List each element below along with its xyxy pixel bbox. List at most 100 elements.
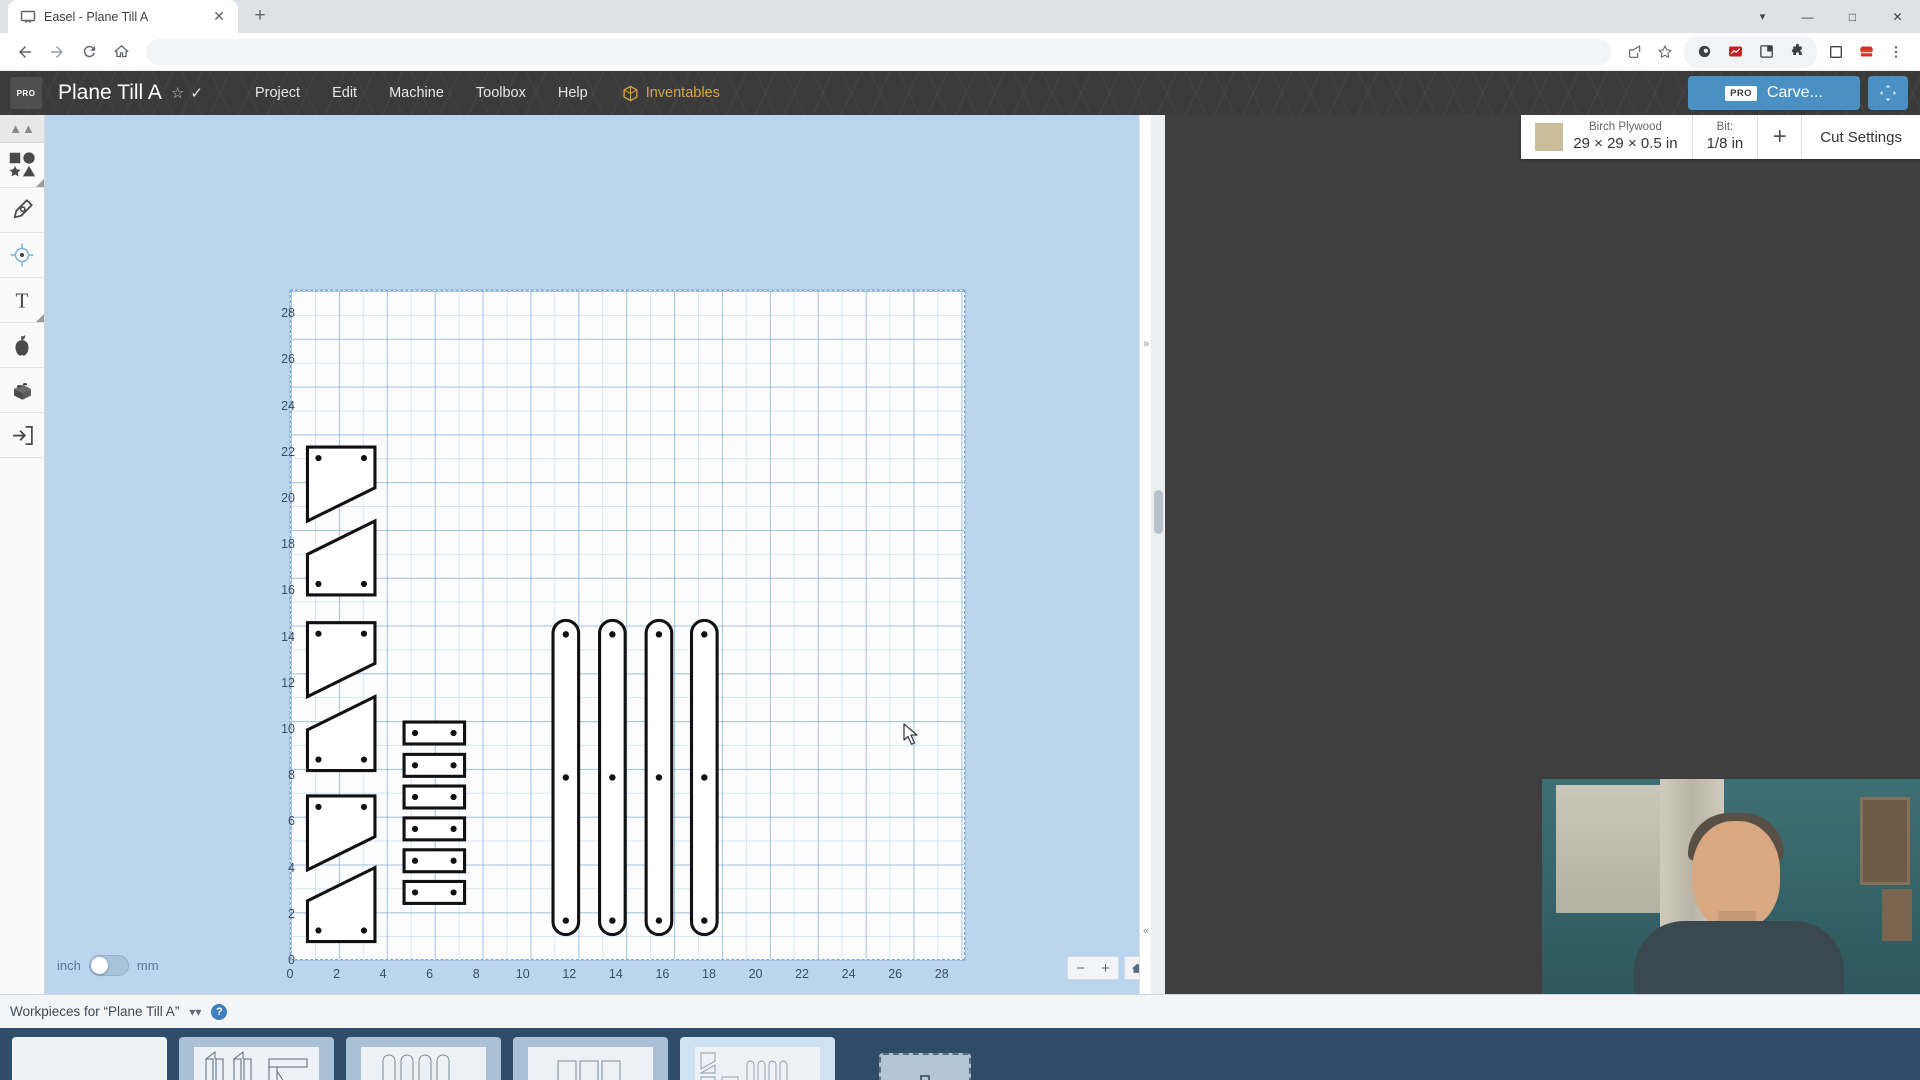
tool-3d[interactable] — [0, 368, 44, 413]
menu-machine[interactable]: Machine — [373, 79, 460, 107]
unit-inch-label: inch — [57, 958, 81, 973]
unit-toggle[interactable]: inch mm — [57, 955, 159, 976]
material-bar: Birch Plywood 29 × 29 × 0.5 in Bit: 1/8 … — [1521, 115, 1920, 159]
minimize-icon[interactable]: — — [1785, 0, 1830, 33]
workpiece-panels[interactable] — [513, 1037, 668, 1080]
import-arrow-icon — [10, 423, 35, 448]
workpiece-layout[interactable] — [680, 1037, 835, 1080]
carve-pro-badge: PRO — [1725, 86, 1757, 101]
add-workpiece-button[interactable] — [879, 1053, 971, 1080]
menu-edit[interactable]: Edit — [316, 79, 373, 107]
bookmark-star-icon[interactable] — [1651, 38, 1679, 66]
extension-camera-icon[interactable] — [1690, 38, 1718, 66]
webcam-overlay — [1542, 779, 1920, 994]
svg-text:T: T — [16, 288, 29, 312]
workpiece-title-card[interactable]: PLANE HOLDER BY STEVE MOSELEY — [12, 1037, 167, 1080]
zoom-in-button[interactable]: + — [1093, 957, 1118, 979]
material-info[interactable]: Birch Plywood 29 × 29 × 0.5 in — [1521, 115, 1691, 159]
pro-logo-text: PRO — [17, 89, 36, 98]
extension-group — [1684, 36, 1817, 68]
extension-split-icon[interactable] — [1752, 38, 1780, 66]
workpieces-title: Workpieces for “Plane Till A” — [10, 1004, 179, 1019]
sidebar-panel-icon[interactable] — [1822, 38, 1850, 66]
x-tick-label: 24 — [842, 967, 856, 981]
cut-settings-button[interactable]: Cut Settings — [1801, 115, 1920, 159]
window-controls: ▾ — □ ✕ — [1740, 0, 1920, 33]
zoom-in-out-group: − + — [1067, 956, 1119, 980]
design-canvas[interactable]: 0246810121416182022242628 02468101214161… — [45, 115, 1165, 994]
preview-pane[interactable]: Birch Plywood 29 × 29 × 0.5 in Bit: 1/8 … — [1165, 115, 1920, 994]
extension-chart-icon[interactable] — [1721, 38, 1749, 66]
question-mark-icon[interactable]: ? — [211, 1004, 227, 1020]
menu-project[interactable]: Project — [239, 79, 316, 107]
extension-puzzle-icon[interactable] — [1783, 38, 1811, 66]
back-arrow-icon[interactable] — [10, 37, 40, 67]
workpiece-assembly-thumb — [194, 1047, 319, 1080]
zoom-out-button[interactable]: − — [1068, 957, 1093, 979]
workpieces-strip: PLANE HOLDER BY STEVE MOSELEY — [0, 1028, 1920, 1080]
x-axis-labels: 0246810121416182022242628 — [290, 967, 990, 989]
main-menu: Project Edit Machine Toolbox Help Invent… — [239, 79, 734, 108]
browser-tab-title: Easel - Plane Till A — [44, 10, 202, 24]
workpiece-assembly[interactable] — [179, 1037, 334, 1080]
easel-pro-logo[interactable]: PRO — [10, 77, 42, 109]
canvas-scrollbar[interactable] — [1151, 115, 1165, 994]
add-workpiece-card[interactable] — [847, 1037, 1002, 1080]
material-name: Birch Plywood — [1589, 120, 1662, 134]
reload-icon[interactable] — [74, 37, 104, 67]
browser-tab[interactable]: Easel - Plane Till A ✕ — [8, 0, 238, 33]
tool-center[interactable] — [0, 233, 44, 278]
pan-arrows-icon[interactable] — [1868, 76, 1908, 110]
plus-icon — [905, 1070, 945, 1080]
double-chevron-up-icon[interactable]: ▲▲ — [0, 115, 44, 143]
menu-help[interactable]: Help — [542, 79, 604, 107]
chevron-down-icon[interactable]: ▾ — [1740, 0, 1785, 33]
tab-close-icon[interactable]: ✕ — [210, 8, 228, 26]
tool-text[interactable]: T — [0, 278, 44, 323]
browser-tab-bar: Easel - Plane Till A ✕ + ▾ — □ ✕ — [0, 0, 1920, 33]
x-tick-label: 14 — [609, 967, 623, 981]
unit-toggle-track[interactable] — [89, 955, 129, 976]
webcam-window — [1556, 785, 1674, 913]
workpiece-layout-thumb — [695, 1047, 820, 1080]
tool-import[interactable] — [0, 413, 44, 458]
add-material-button[interactable]: + — [1757, 115, 1801, 159]
address-bar[interactable] — [146, 39, 1611, 65]
workpiece-strips[interactable] — [346, 1037, 501, 1080]
unit-toggle-knob — [91, 957, 108, 974]
workpieces-header: Workpieces for “Plane Till A” ▾▾ ? — [0, 994, 1920, 1028]
app-header: PRO Plane Till A ☆ ✓ Project Edit Machin… — [0, 71, 1920, 115]
forward-arrow-icon[interactable] — [42, 37, 72, 67]
x-tick-label: 8 — [473, 967, 480, 981]
extension-store-icon[interactable] — [1852, 38, 1880, 66]
inventables-label: Inventables — [646, 85, 720, 101]
home-icon[interactable] — [106, 37, 136, 67]
apple-icon — [9, 332, 35, 358]
tool-draw[interactable] — [0, 188, 44, 233]
carve-label: Carve... — [1767, 84, 1823, 102]
star-icon[interactable]: ☆ — [171, 84, 184, 102]
material-swatch — [1535, 123, 1563, 151]
new-tab-button[interactable]: + — [246, 2, 274, 30]
design-parts — [290, 290, 965, 960]
workpiece-title-thumb: PLANE HOLDER BY STEVE MOSELEY — [12, 1037, 167, 1080]
design-canvas-pane[interactable]: 0246810121416182022242628 02468101214161… — [45, 115, 1165, 994]
page-title: Plane Till A — [58, 81, 162, 105]
share-icon[interactable] — [1621, 38, 1649, 66]
bit-info[interactable]: Bit: 1/8 in — [1692, 115, 1758, 159]
tool-apps[interactable] — [0, 323, 44, 368]
tool-shapes[interactable] — [0, 143, 44, 188]
inventables-link[interactable]: Inventables — [608, 79, 734, 108]
x-tick-label: 2 — [333, 967, 340, 981]
double-chevron-down-icon[interactable]: ▾▾ — [189, 1005, 201, 1019]
window-close-icon[interactable]: ✕ — [1875, 0, 1920, 33]
browser-menu-icon[interactable] — [1882, 38, 1910, 66]
webcam-person-body — [1634, 921, 1844, 994]
canvas-scrollbar-thumb[interactable] — [1154, 490, 1163, 534]
pane-divider[interactable]: » « — [1139, 115, 1151, 994]
menu-toolbox[interactable]: Toolbox — [460, 79, 542, 107]
carve-button[interactable]: PRO Carve... — [1688, 76, 1860, 110]
maximize-icon[interactable]: □ — [1830, 0, 1875, 33]
shapes-icon — [8, 151, 36, 179]
inventables-hex-icon — [622, 85, 639, 102]
